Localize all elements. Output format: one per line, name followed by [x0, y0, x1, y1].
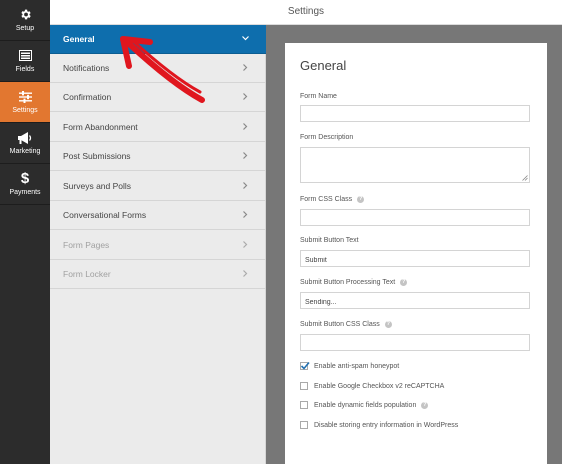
- builder-sidebar: Setup Fields Settings Marketing $ Paymen…: [0, 0, 50, 464]
- rail-settings[interactable]: Settings: [0, 82, 50, 123]
- rail-payments[interactable]: $ Payments: [0, 164, 50, 205]
- subnav-item-label: Form Locker: [63, 269, 111, 279]
- checkbox-label: Enable anti-spam honeypot: [314, 362, 400, 370]
- submit-css-class-label: Submit Button CSS Class?: [300, 321, 392, 328]
- rail-label-payments: Payments: [9, 188, 41, 196]
- checkbox-unchecked[interactable]: [300, 401, 308, 409]
- subnav-item-label: Confirmation: [63, 92, 112, 102]
- rail-setup[interactable]: Setup: [0, 0, 50, 41]
- chevron-right-icon: [241, 151, 250, 160]
- submit-button-text-label: Submit Button Text: [300, 237, 359, 244]
- gear-icon: [18, 8, 32, 22]
- resize-handle-icon[interactable]: [522, 175, 528, 181]
- chevron-right-icon: [241, 63, 250, 72]
- sliders-icon: [18, 90, 32, 104]
- panel-title: General: [300, 58, 347, 73]
- submit-css-class-input[interactable]: [300, 334, 530, 351]
- checkbox-unchecked[interactable]: [300, 421, 308, 429]
- help-icon[interactable]: ?: [384, 321, 392, 328]
- subnav-item-label: Surveys and Polls: [63, 181, 132, 191]
- form-name-label: Form Name: [300, 93, 337, 100]
- checkbox-antispam-honeypot[interactable]: Enable anti-spam honeypot: [300, 361, 400, 370]
- chevron-right-icon: [241, 269, 250, 278]
- rail-fields[interactable]: Fields: [0, 41, 50, 82]
- submit-processing-text-label: Submit Button Processing Text?: [300, 279, 408, 286]
- general-settings-panel: General Form Name Form Description Form …: [285, 43, 547, 464]
- rail-label-marketing: Marketing: [9, 147, 41, 155]
- rail-marketing[interactable]: Marketing: [0, 123, 50, 164]
- checkbox-label: Enable Google Checkbox v2 reCAPTCHA: [314, 382, 445, 390]
- checkbox-unchecked[interactable]: [300, 382, 308, 390]
- form-css-class-label: Form CSS Class?: [300, 196, 365, 203]
- rail-label-fields: Fields: [15, 65, 35, 73]
- chevron-right-icon: [241, 122, 250, 131]
- subnav-item-surveys-polls[interactable]: Surveys and Polls: [50, 172, 266, 201]
- submit-button-text-input[interactable]: [300, 250, 530, 267]
- subnav-item-post-submissions[interactable]: Post Submissions: [50, 142, 266, 171]
- checkbox-label: Enable dynamic fields population: [314, 401, 417, 409]
- checkbox-disable-entry-storage[interactable]: Disable storing entry information in Wor…: [300, 421, 458, 429]
- subnav-item-conversational-forms[interactable]: Conversational Forms: [50, 201, 266, 230]
- fields-icon: [18, 49, 32, 63]
- help-icon[interactable]: ?: [421, 401, 429, 409]
- chevron-down-icon: [241, 34, 250, 43]
- subnav-item-label: Post Submissions: [63, 151, 131, 161]
- form-name-input[interactable]: [300, 105, 530, 122]
- help-icon[interactable]: ?: [357, 196, 365, 203]
- submit-processing-text-input[interactable]: [300, 292, 530, 309]
- subnav-item-form-locker[interactable]: Form Locker: [50, 260, 266, 289]
- red-arrow-annotation-icon: [120, 36, 205, 103]
- checkbox-label: Disable storing entry information in Wor…: [314, 421, 459, 429]
- subnav-item-label: Form Abandonment: [63, 122, 138, 132]
- megaphone-icon: [18, 131, 32, 145]
- form-description-textarea[interactable]: [300, 147, 530, 183]
- help-icon[interactable]: ?: [400, 279, 408, 286]
- top-bar: Settings: [50, 0, 562, 25]
- subnav-item-form-abandonment[interactable]: Form Abandonment: [50, 113, 266, 142]
- page-title: Settings: [287, 6, 325, 17]
- chevron-right-icon: [241, 92, 250, 101]
- dollar-icon: $: [20, 169, 30, 187]
- chevron-right-icon: [241, 181, 250, 190]
- form-css-class-input[interactable]: [300, 209, 530, 226]
- checkbox-checked[interactable]: [300, 361, 310, 370]
- checkbox-dynamic-fields[interactable]: Enable dynamic fields population ?: [300, 401, 429, 409]
- rail-label-setup: Setup: [15, 24, 35, 32]
- checkbox-recaptcha[interactable]: Enable Google Checkbox v2 reCAPTCHA: [300, 382, 444, 390]
- form-description-label: Form Description: [300, 134, 354, 141]
- subnav-item-label: Form Pages: [63, 240, 110, 250]
- subnav-item-form-pages[interactable]: Form Pages: [50, 231, 266, 260]
- rail-label-settings: Settings: [12, 106, 38, 114]
- subnav-item-label: Notifications: [63, 63, 110, 73]
- subnav-item-label: Conversational Forms: [63, 210, 147, 220]
- settings-content-area: General Form Name Form Description Form …: [266, 25, 562, 464]
- subnav-item-label: General: [63, 34, 95, 44]
- chevron-right-icon: [241, 240, 250, 249]
- chevron-right-icon: [241, 210, 250, 219]
